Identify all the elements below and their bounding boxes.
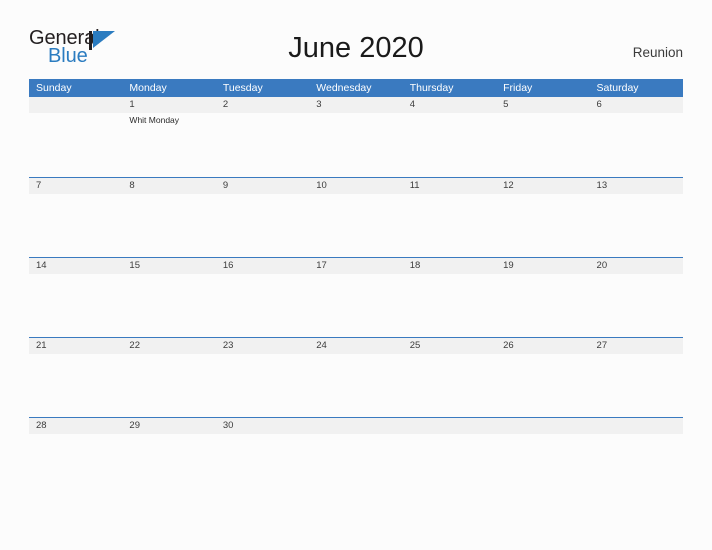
day-cell[interactable] [309, 354, 402, 417]
day-cell[interactable] [403, 194, 496, 257]
week-date-band: 14 15 16 17 18 19 20 [29, 258, 683, 274]
day-cell [309, 434, 402, 497]
day-cell[interactable] [590, 113, 683, 176]
page-title: June 2020 [288, 32, 424, 64]
week-date-band: 123456 [29, 97, 683, 113]
day-number[interactable]: 6 [590, 97, 683, 113]
day-number[interactable]: 13 [590, 178, 683, 194]
day-cell[interactable] [403, 274, 496, 337]
day-number[interactable]: 29 [122, 418, 215, 434]
day-number[interactable]: 14 [29, 258, 122, 274]
day-number[interactable]: 28 [29, 418, 122, 434]
day-cell[interactable] [216, 434, 309, 497]
page-header: General Blue June 2020 Reunion [0, 0, 712, 66]
day-cell[interactable] [216, 274, 309, 337]
day-number[interactable]: 22 [122, 338, 215, 354]
calendar-week-row: 14 15 16 17 18 19 20 [29, 257, 683, 337]
day-cell[interactable] [122, 194, 215, 257]
calendar-week-row: 28 29 30 [29, 417, 683, 497]
calendar-week-row: 1 2 3 4 5 6 Whit Monday [29, 97, 683, 177]
day-cell[interactable] [122, 274, 215, 337]
day-number[interactable]: 26 [496, 338, 589, 354]
weekday-header-wednesday: Wednesday [316, 82, 372, 94]
day-cell[interactable] [496, 274, 589, 337]
day-number[interactable]: 24 [309, 338, 402, 354]
weekday-header-monday: Monday [129, 82, 167, 94]
day-cell[interactable] [590, 194, 683, 257]
day-cell[interactable] [403, 113, 496, 176]
day-cell[interactable] [496, 113, 589, 176]
day-cell[interactable] [122, 354, 215, 417]
day-event: Whit Monday [129, 115, 180, 125]
calendar-grid: Sunday Monday Tuesday Wednesday Thursday Frid… [29, 79, 683, 497]
day-cell [29, 113, 122, 176]
day-cell[interactable] [216, 113, 309, 176]
day-cell[interactable] [309, 274, 402, 337]
day-cell[interactable] [29, 434, 122, 497]
day-cell[interactable] [309, 113, 402, 176]
day-cell[interactable] [216, 194, 309, 257]
region-label: Reunion [632, 45, 683, 60]
calendar-weeks: 1 2 3 4 5 6 Whit Monday 7 8 9 10 11 12 13 14 15 16 17 18 19… [29, 97, 683, 497]
day-number[interactable]: 1 [122, 97, 215, 113]
weekday-header-friday: Friday [503, 82, 533, 94]
week-body-band: Whit Monday [29, 113, 683, 176]
day-number-empty [590, 418, 683, 434]
weekday-header-saturday: Saturday [596, 82, 639, 94]
day-cell[interactable]: Whit Monday [122, 113, 215, 176]
day-number[interactable]: 15 [122, 258, 215, 274]
day-number[interactable]: 21 [29, 338, 122, 354]
day-cell[interactable] [590, 354, 683, 417]
day-cell[interactable] [29, 194, 122, 257]
day-number[interactable]: 27 [590, 338, 683, 354]
weekday-header-row: Sunday Monday Tuesday Wednesday Thursday Frid… [29, 79, 683, 97]
weekday-header-tuesday: Tuesday [222, 82, 263, 94]
day-cell [590, 434, 683, 497]
calendar-week-row: 21 22 23 24 25 26 27 [29, 337, 683, 417]
day-cell[interactable] [309, 194, 402, 257]
day-number[interactable]: 17 [309, 258, 402, 274]
day-cell[interactable] [29, 354, 122, 417]
day-number[interactable]: 10 [309, 178, 402, 194]
day-number[interactable]: 25 [403, 338, 496, 354]
week-body-band [29, 354, 683, 417]
day-number[interactable]: 23 [216, 338, 309, 354]
day-cell [403, 434, 496, 497]
week-date-band: 7 8 9 10 11 12 13 [29, 178, 683, 194]
day-cell[interactable] [496, 354, 589, 417]
day-number[interactable]: 5 [496, 97, 589, 113]
day-cell[interactable] [496, 194, 589, 257]
week-date-band: 21 22 23 24 25 26 27 [29, 338, 683, 354]
day-cell[interactable] [29, 274, 122, 337]
day-number[interactable]: 4 [403, 97, 496, 113]
day-number-empty [496, 418, 589, 434]
day-number[interactable]: 16 [216, 258, 309, 274]
day-number-empty [309, 418, 402, 434]
weekday-header-sunday: Sunday [36, 82, 72, 94]
day-cell [496, 434, 589, 497]
week-body-band [29, 434, 683, 497]
weekday-header-thursday: Thursday [409, 82, 454, 94]
day-number[interactable]: 12 [496, 178, 589, 194]
day-cell[interactable] [122, 434, 215, 497]
day-number[interactable]: 9 [216, 178, 309, 194]
day-cell[interactable] [216, 354, 309, 417]
day-number-empty [29, 97, 122, 113]
day-number[interactable]: 20 [590, 258, 683, 274]
day-number[interactable]: 19 [496, 258, 589, 274]
day-number-empty [403, 418, 496, 434]
week-date-band: 28 29 30 [29, 418, 683, 434]
day-number[interactable]: 18 [403, 258, 496, 274]
week-body-band [29, 194, 683, 257]
day-number[interactable]: 7 [29, 178, 122, 194]
day-number[interactable]: 2 [216, 97, 309, 113]
day-number[interactable]: 8 [122, 178, 215, 194]
day-number[interactable]: 30 [216, 418, 309, 434]
day-number[interactable]: 3 [309, 97, 402, 113]
week-body-band [29, 274, 683, 337]
day-cell[interactable] [590, 274, 683, 337]
day-number[interactable]: 11 [403, 178, 496, 194]
day-cell[interactable] [403, 354, 496, 417]
calendar-week-row: 7 8 9 10 11 12 13 [29, 177, 683, 257]
